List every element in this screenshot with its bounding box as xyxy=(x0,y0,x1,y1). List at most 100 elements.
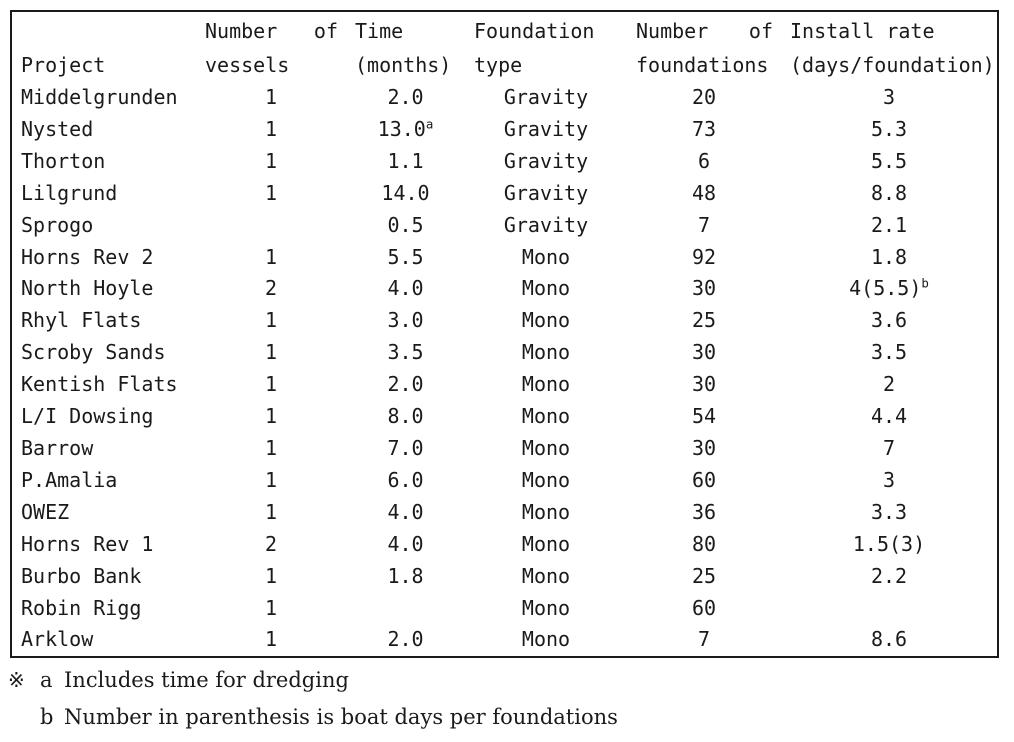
cell-value-time: 2.0 xyxy=(387,627,424,652)
table-row: Lilgrund 1 14.0 Gravity 48 8.8 xyxy=(11,178,998,210)
cell-value-foundation: Mono xyxy=(521,627,571,652)
column-header-foundations: Number of foundations xyxy=(627,11,781,82)
column-header-foundations-line2: foundations xyxy=(636,53,769,77)
cell-value-project: Thorton xyxy=(21,148,106,173)
table-row: Scroby Sands 1 3.5 Mono 30 3.5 xyxy=(11,337,998,369)
cell-value-foundations: 36 xyxy=(691,499,717,524)
cell-project: Nysted xyxy=(11,114,196,146)
cell-vessels: 1 xyxy=(196,337,346,369)
table-row: OWEZ 1 4.0 Mono 36 3.3 xyxy=(11,497,998,529)
cell-value-vessels: 1 xyxy=(264,148,278,173)
cell-rate: 1.5(3) xyxy=(781,529,998,561)
cell-value-rate: 3.5 xyxy=(870,340,908,365)
cell-foundations: 54 xyxy=(627,401,781,433)
cell-foundation: Mono xyxy=(465,561,627,593)
footnotes: ※ a Includes time for dredging ※bNumber in … xyxy=(8,662,998,736)
cell-value-foundations: 60 xyxy=(691,595,717,620)
column-header-rate-line1: Install rate xyxy=(790,19,935,43)
cell-value-rate: 3 xyxy=(882,467,896,492)
cell-value-project: Middelgrunden xyxy=(21,85,178,109)
cell-value-vessels: 1 xyxy=(264,340,278,365)
table-row: North Hoyle 2 4.0 Mono 30 4(5.5)b xyxy=(11,273,998,305)
table-row: Burbo Bank 1 1.8 Mono 25 2.2 xyxy=(11,561,998,593)
cell-value-vessels: 1 xyxy=(264,404,278,429)
cell-time: 4.0 xyxy=(346,497,465,529)
cell-time xyxy=(346,593,465,625)
cell-rate xyxy=(781,593,998,625)
cell-project: OWEZ xyxy=(11,497,196,529)
column-header-text-time: Time (months) xyxy=(346,14,465,82)
cell-value-rate: 2 xyxy=(882,372,896,397)
cell-vessels: 1 xyxy=(196,593,346,625)
column-header-vessels-line2: vessels xyxy=(205,53,290,77)
reference-mark-icon: ※ xyxy=(8,668,25,692)
cell-rate: 3.6 xyxy=(781,305,998,337)
cell-value-foundations: 20 xyxy=(691,85,717,109)
cell-value-vessels: 2 xyxy=(264,531,278,556)
column-header-time-line2: (months) xyxy=(355,53,452,77)
header-word: of xyxy=(748,19,773,43)
cell-time: 14.0 xyxy=(346,178,465,210)
cell-value-time: 1.8 xyxy=(387,563,424,588)
cell-vessels: 1 xyxy=(196,369,346,401)
cell-value-foundations: 54 xyxy=(691,404,717,429)
column-header-project-line1: Project xyxy=(21,53,106,77)
table-header-row: Project Number of vessels Time (months) Founda… xyxy=(11,11,998,82)
footnote-line: ※ a Includes time for dredging xyxy=(8,662,998,699)
table-row: Arklow 1 2.0 Mono 7 8.6 xyxy=(11,624,998,657)
column-header-text-vessels: Number of vessels xyxy=(196,14,346,82)
cell-foundation: Mono xyxy=(465,433,627,465)
cell-foundation: Mono xyxy=(465,624,627,657)
cell-rate: 8.6 xyxy=(781,624,998,657)
cell-foundations: 30 xyxy=(627,337,781,369)
cell-value-time: 2.0 xyxy=(387,85,424,109)
cell-foundations: 92 xyxy=(627,242,781,274)
cell-value-project: Nysted xyxy=(21,116,94,141)
cell-value-foundations: 30 xyxy=(691,372,717,397)
cell-foundations: 7 xyxy=(627,624,781,657)
cell-value-vessels: 1 xyxy=(264,85,278,109)
cell-value-foundation: Mono xyxy=(521,404,571,429)
cell-value-project: Horns Rev 2 xyxy=(21,244,154,269)
cell-value-rate: 3.3 xyxy=(870,499,908,524)
cell-value-foundations: 73 xyxy=(691,116,717,141)
cell-vessels: 1 xyxy=(196,561,346,593)
footnote-line: ※bNumber in parenthesis is boat days per… xyxy=(8,699,998,736)
cell-project: P.Amalia xyxy=(11,465,196,497)
cell-foundation: Gravity xyxy=(465,114,627,146)
cell-foundation: Gravity xyxy=(465,146,627,178)
cell-value-rate: 2.1 xyxy=(870,212,908,237)
cell-value-project: P.Amalia xyxy=(21,467,118,492)
cell-time: 3.5 xyxy=(346,337,465,369)
cell-value-rate: 8.6 xyxy=(870,627,908,652)
cell-foundations: 30 xyxy=(627,273,781,305)
cell-time: 4.0 xyxy=(346,273,465,305)
cell-value-foundations: 30 xyxy=(691,340,717,365)
cell-time: 1.8 xyxy=(346,561,465,593)
cell-foundation: Mono xyxy=(465,401,627,433)
cell-project: Rhyl Flats xyxy=(11,305,196,337)
cell-foundations: 30 xyxy=(627,433,781,465)
cell-foundations: 60 xyxy=(627,465,781,497)
cell-project: North Hoyle xyxy=(11,273,196,305)
column-header-vessels: Number of vessels xyxy=(196,11,346,82)
cell-value-project: Lilgrund xyxy=(21,180,118,205)
cell-value-time: 2.0 xyxy=(387,372,424,397)
cell-value-project: Burbo Bank xyxy=(21,563,142,588)
cell-value-project: Rhyl Flats xyxy=(21,308,142,333)
column-header-text-foundations: Number of foundations xyxy=(627,14,781,82)
cell-time: 6.0 xyxy=(346,465,465,497)
column-header-rate-line2: (days/foundation) xyxy=(790,53,995,77)
table-row: Nysted 1 13.0a Gravity 73 5.3 xyxy=(11,114,998,146)
cell-value-foundation: Mono xyxy=(521,595,571,620)
cell-foundations: 25 xyxy=(627,305,781,337)
cell-project: Arklow xyxy=(11,624,196,657)
footnote-text: Number in parenthesis is boat days per f… xyxy=(64,705,618,729)
cell-value-vessels: 1 xyxy=(264,308,278,333)
column-header-time: Time (months) xyxy=(346,11,465,82)
cell-value-rate: 7 xyxy=(882,435,896,460)
cell-time: 4.0 xyxy=(346,529,465,561)
cell-value-project: Barrow xyxy=(21,435,94,460)
installation-table: Project Number of vessels Time (months) Founda… xyxy=(10,10,999,659)
cell-vessels: 2 xyxy=(196,273,346,305)
